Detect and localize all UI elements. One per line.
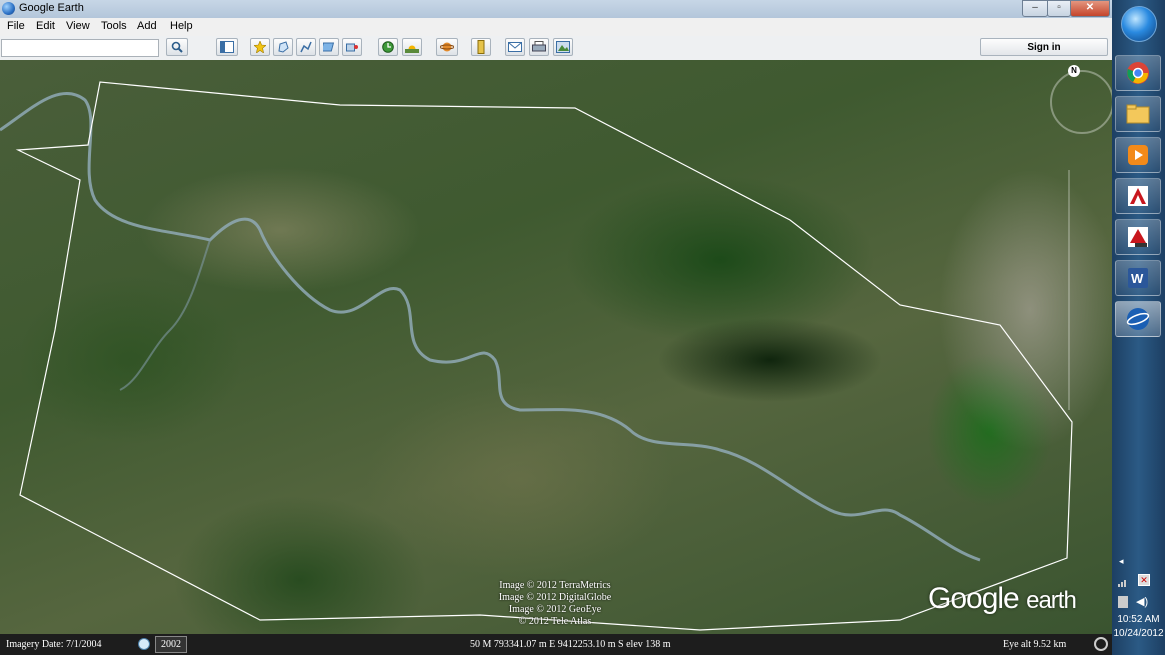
copyright-line: Image © 2012 DigitalGlobe bbox=[498, 592, 612, 603]
window-title: Google Earth bbox=[19, 2, 84, 14]
placemark-icon bbox=[254, 41, 266, 53]
folder-icon bbox=[1126, 104, 1150, 124]
close-button[interactable]: ✕ bbox=[1070, 0, 1110, 17]
chrome-icon bbox=[1127, 62, 1149, 84]
river bbox=[0, 92, 981, 562]
year-badge[interactable]: 2002 bbox=[155, 636, 187, 653]
autocad-icon bbox=[1128, 186, 1148, 206]
taskbar-google-earth[interactable] bbox=[1115, 301, 1161, 337]
email-button[interactable] bbox=[505, 38, 525, 56]
svg-text:W: W bbox=[1131, 271, 1144, 286]
menu-add[interactable]: Add bbox=[137, 20, 157, 32]
media-player-icon bbox=[1128, 145, 1148, 165]
map-overlay bbox=[0, 81, 1073, 631]
taskbar-chrome[interactable] bbox=[1115, 55, 1161, 91]
boundary-polygon bbox=[15, 81, 1073, 631]
zoom-slider[interactable] bbox=[1068, 170, 1080, 410]
google-earth-icon bbox=[2, 2, 15, 15]
planets-button[interactable] bbox=[436, 38, 458, 56]
compass-north-label: N bbox=[1068, 65, 1080, 77]
historical-imagery-clock-icon[interactable] bbox=[138, 638, 150, 650]
search-icon bbox=[171, 41, 183, 53]
menu-bar: File Edit View Tools Add Help bbox=[0, 18, 1112, 36]
path-icon bbox=[300, 41, 312, 53]
title-bar: Google Earth – ▫ ✕ bbox=[0, 0, 1112, 19]
menu-help[interactable]: Help bbox=[170, 20, 193, 32]
show-hidden-icons-icon[interactable]: ◂ bbox=[1119, 556, 1124, 567]
copyright-line: © 2012 Tele Atlas bbox=[518, 616, 592, 627]
ruler-button[interactable] bbox=[471, 38, 491, 56]
status-bar: Imagery Date: 7/1/2004 2002 50 M 793341.… bbox=[0, 634, 1112, 655]
historical-imagery-button[interactable] bbox=[378, 38, 398, 56]
add-image-overlay-button[interactable] bbox=[319, 38, 339, 56]
record-tour-icon bbox=[346, 43, 358, 52]
toolbar: Sign in bbox=[0, 36, 1112, 61]
streaming-indicator-icon bbox=[1094, 637, 1108, 651]
menu-file[interactable]: File bbox=[7, 20, 25, 32]
taskbar-explorer[interactable] bbox=[1115, 96, 1161, 132]
add-placemark-button[interactable] bbox=[250, 38, 270, 56]
start-button[interactable] bbox=[1121, 6, 1157, 42]
save-image-icon bbox=[556, 41, 570, 53]
maximize-button[interactable]: ▫ bbox=[1047, 0, 1071, 17]
system-tray: ◂ ✕ ◀) 10:52 AM 10/24/2012 bbox=[1112, 556, 1165, 655]
eye-altitude: Eye alt 9.52 km bbox=[1003, 639, 1067, 650]
taskbar-word[interactable]: W bbox=[1115, 260, 1161, 296]
taskbar-autocad[interactable] bbox=[1115, 178, 1161, 214]
image-overlay-icon bbox=[323, 42, 335, 52]
action-center-icon[interactable]: ✕ bbox=[1138, 574, 1150, 586]
logo-main: Google bbox=[928, 582, 1020, 615]
ruler-icon bbox=[477, 40, 485, 54]
polygon-icon bbox=[278, 41, 289, 53]
river-tributary bbox=[119, 239, 211, 391]
taskbar-media-player[interactable] bbox=[1115, 137, 1161, 173]
search-input[interactable] bbox=[1, 39, 159, 57]
print-button[interactable] bbox=[529, 38, 549, 56]
map-viewport[interactable]: N Image © 2012 TerraMetrics Image © 2012… bbox=[0, 60, 1112, 634]
logo-sub: earth bbox=[1026, 587, 1077, 614]
coordinates-readout: 50 M 793341.07 m E 9412253.10 m S elev 1… bbox=[470, 639, 671, 650]
menu-view[interactable]: View bbox=[66, 20, 90, 32]
navigation-compass[interactable] bbox=[1050, 70, 1112, 134]
sidebar-toggle-button[interactable] bbox=[216, 38, 238, 56]
google-earth-icon bbox=[1126, 308, 1150, 330]
sunlight-button[interactable] bbox=[402, 38, 422, 56]
word-icon: W bbox=[1128, 268, 1148, 288]
sign-in-button[interactable]: Sign in bbox=[980, 38, 1108, 56]
menu-edit[interactable]: Edit bbox=[36, 20, 55, 32]
copyright-line: Image © 2012 GeoEye bbox=[508, 604, 602, 615]
clock-time[interactable]: 10:52 AM bbox=[1112, 614, 1165, 625]
copyright-line: Image © 2012 TerraMetrics bbox=[499, 580, 611, 591]
search-button[interactable] bbox=[166, 38, 188, 56]
historical-imagery-icon bbox=[382, 41, 394, 53]
volume-icon[interactable]: ◀) bbox=[1136, 595, 1148, 608]
minimize-button[interactable]: – bbox=[1022, 0, 1048, 17]
add-polygon-button[interactable] bbox=[273, 38, 293, 56]
autocad-ldc-icon bbox=[1128, 227, 1148, 247]
email-icon bbox=[508, 42, 522, 52]
imagery-copyright: Image © 2012 TerraMetrics Image © 2012 D… bbox=[450, 580, 660, 628]
sunlight-icon bbox=[405, 45, 419, 53]
add-path-button[interactable] bbox=[296, 38, 316, 56]
sidebar-toggle-icon bbox=[220, 41, 234, 53]
network-icon[interactable] bbox=[1118, 574, 1132, 587]
google-earth-logo: Google earth bbox=[928, 582, 1077, 616]
print-icon bbox=[532, 41, 546, 52]
menu-tools[interactable]: Tools bbox=[101, 20, 127, 32]
taskbar-autocad-ldc[interactable] bbox=[1115, 219, 1161, 255]
save-image-button[interactable] bbox=[553, 38, 573, 56]
power-icon[interactable] bbox=[1118, 596, 1128, 608]
record-tour-button[interactable] bbox=[342, 38, 362, 56]
clock-date[interactable]: 10/24/2012 bbox=[1112, 628, 1165, 639]
imagery-date: Imagery Date: 7/1/2004 bbox=[6, 639, 102, 650]
planets-icon bbox=[440, 42, 454, 52]
